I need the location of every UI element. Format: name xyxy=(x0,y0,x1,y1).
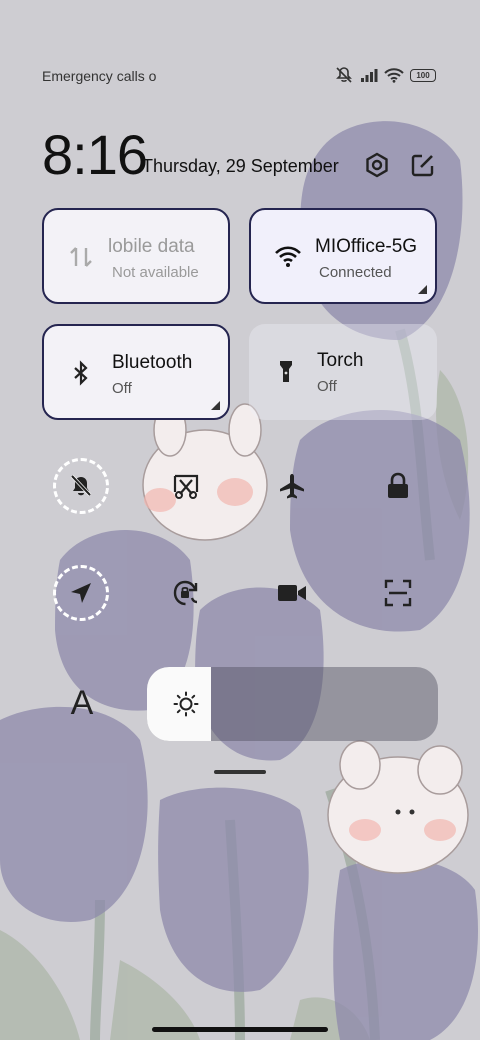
toggle-screen-recorder[interactable] xyxy=(264,565,320,621)
wifi-icon xyxy=(275,246,301,267)
tile-torch[interactable]: Torch Off xyxy=(249,324,437,420)
tile-wifi[interactable]: MIOffice-5G Connected xyxy=(249,208,437,304)
tile-label: lobile data xyxy=(108,236,195,257)
tile-status: Off xyxy=(112,380,132,397)
toggle-lock-screen[interactable] xyxy=(370,458,426,514)
status-icons: 100 xyxy=(334,66,436,84)
tile-label: Bluetooth xyxy=(112,352,193,373)
tile-status: Not available xyxy=(112,264,199,281)
tile-status: Off xyxy=(317,378,337,395)
tile-status: Connected xyxy=(319,264,392,281)
bell-off-icon xyxy=(70,474,92,497)
scan-icon xyxy=(384,579,412,607)
toggle-scanner[interactable] xyxy=(370,565,426,621)
expand-corner-icon[interactable] xyxy=(211,401,220,410)
bluetooth-icon xyxy=(74,360,88,386)
lock-icon xyxy=(388,472,408,498)
expand-corner-icon[interactable] xyxy=(418,285,427,294)
torch-icon xyxy=(280,361,292,382)
battery-icon: 100 xyxy=(410,68,436,82)
video-camera-icon xyxy=(278,585,306,601)
sun-icon xyxy=(173,691,199,717)
toggle-location[interactable] xyxy=(53,565,109,621)
tile-mobile-data[interactable]: lobile data Not available xyxy=(42,208,230,304)
date: Thursday, 29 September xyxy=(142,156,339,176)
mobile-data-icon xyxy=(70,247,92,267)
font-size-button[interactable]: A xyxy=(66,684,98,723)
toggle-airplane-mode[interactable] xyxy=(264,458,320,514)
wifi-icon xyxy=(384,68,404,83)
signal-icon xyxy=(361,69,378,82)
rotate-lock-icon xyxy=(173,580,198,606)
clock: 8:16 xyxy=(42,123,148,186)
screenshot-icon xyxy=(173,474,199,499)
toggle-screenshot[interactable] xyxy=(158,458,214,514)
status-bar: Emergency calls o 100 xyxy=(0,60,480,92)
carrier-text: Emergency calls o xyxy=(42,68,157,84)
tile-label: MIOffice-5G xyxy=(315,236,418,257)
settings-icon[interactable] xyxy=(362,150,392,180)
mute-icon xyxy=(336,67,352,83)
home-indicator[interactable] xyxy=(152,1027,328,1032)
tile-bluetooth[interactable]: Bluetooth Off xyxy=(42,324,230,420)
location-arrow-icon xyxy=(71,583,91,603)
toggle-auto-rotate[interactable] xyxy=(158,565,214,621)
toggle-silent[interactable] xyxy=(53,458,109,514)
brightness-slider[interactable] xyxy=(147,667,438,741)
airplane-icon xyxy=(280,474,304,499)
drag-handle[interactable] xyxy=(214,770,266,774)
tile-label: Torch xyxy=(317,350,364,371)
edit-icon[interactable] xyxy=(408,150,438,180)
